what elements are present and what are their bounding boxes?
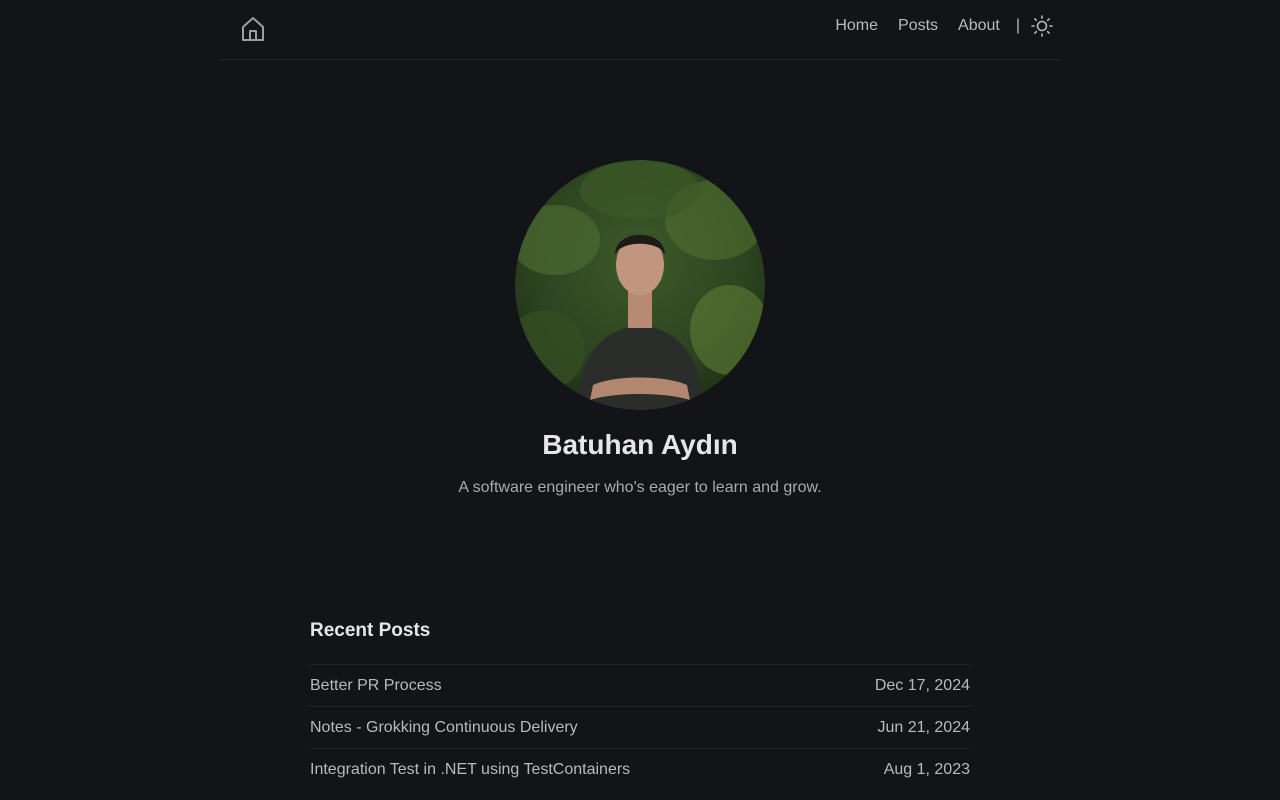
nav-about[interactable]: About [958,17,1000,35]
recent-posts-title: Recent Posts [310,620,431,641]
site-header: Home Posts About | [220,0,1060,60]
nav-separator: | [1015,17,1020,34]
post-title[interactable]: Better PR Process [310,677,442,695]
theme-toggle-button[interactable] [1030,14,1054,38]
avatar [515,160,765,410]
post-row[interactable]: Better PR Process Dec 17, 2024 [310,664,970,706]
post-date: Dec 17, 2024 [874,676,970,694]
profile-name: Batuhan Aydın [542,429,738,460]
home-icon [242,17,264,41]
main-nav: Home Posts About | [835,14,1054,38]
post-row[interactable]: Notes - Grokking Continuous Delivery Jun… [310,706,970,748]
nav-posts[interactable]: Posts [898,17,938,35]
post-title[interactable]: Integration Test in .NET using TestConta… [310,761,630,779]
nav-home[interactable]: Home [835,17,878,35]
profile-hero: Batuhan Aydın A software engineer who's … [0,160,1280,498]
post-date: Aug 1, 2023 [883,760,970,778]
post-date: Jun 21, 2024 [877,718,970,736]
sun-icon [1031,15,1053,37]
recent-posts-section: Recent Posts Better PR Process Dec 17, 2… [310,618,970,790]
post-title[interactable]: Notes - Grokking Continuous Delivery [310,719,578,737]
profile-tagline: A software engineer who's eager to learn… [458,479,822,496]
post-row[interactable]: Integration Test in .NET using TestConta… [310,748,970,790]
home-icon-link[interactable] [241,16,265,42]
